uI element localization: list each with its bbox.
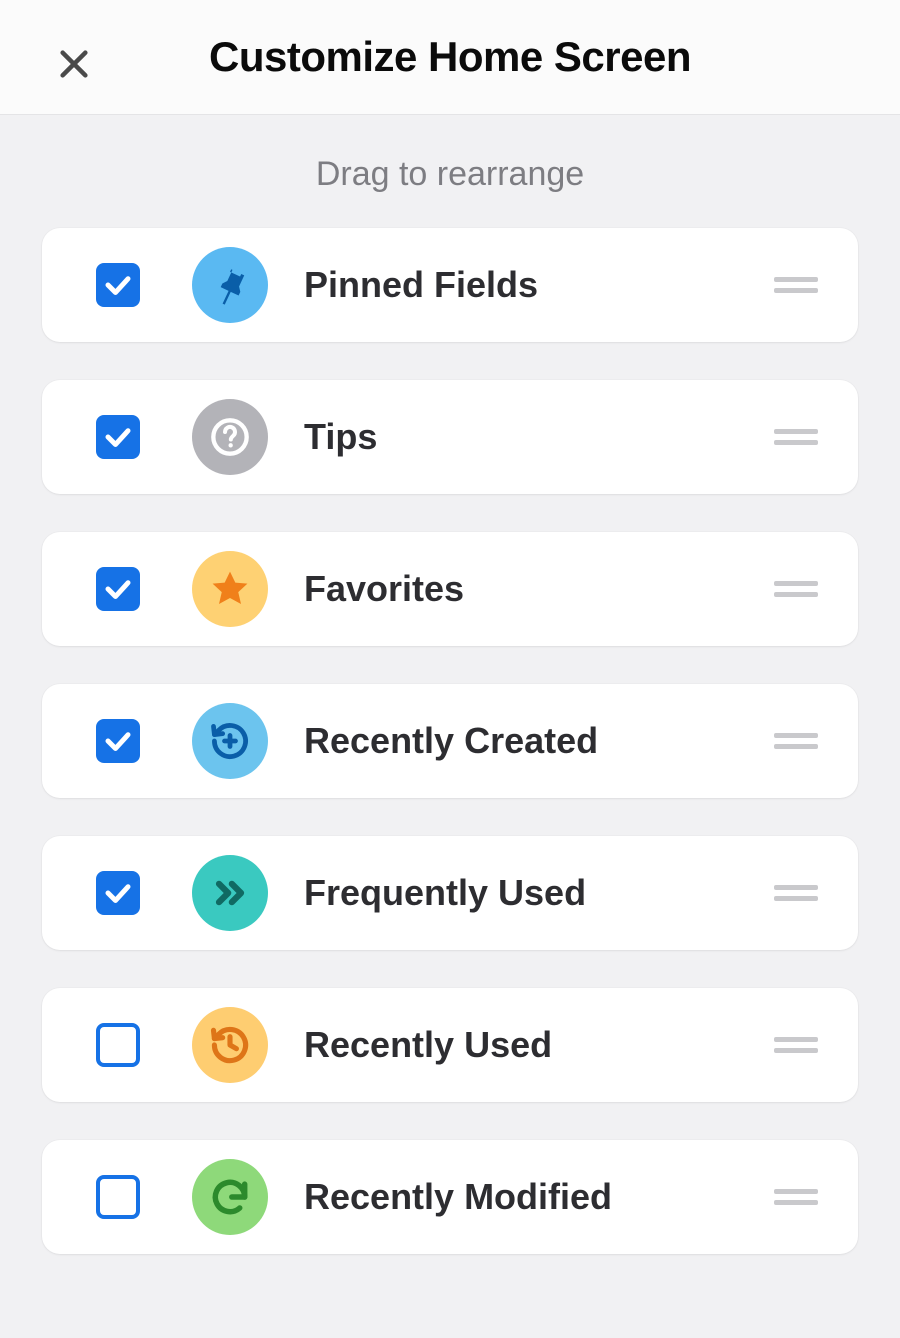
list-item[interactable]: Recently Used	[42, 988, 858, 1102]
list-item[interactable]: Frequently Used	[42, 836, 858, 950]
pin-icon	[192, 247, 268, 323]
item-label: Favorites	[304, 568, 774, 610]
check-icon	[103, 422, 133, 452]
checkbox-recently-modified[interactable]	[96, 1175, 140, 1219]
page-title: Customize Home Screen	[0, 33, 900, 81]
header: Customize Home Screen	[0, 0, 900, 115]
checkbox-frequently-used[interactable]	[96, 871, 140, 915]
list-item[interactable]: Pinned Fields	[42, 228, 858, 342]
drag-handle-icon[interactable]	[774, 579, 818, 599]
checkbox-tips[interactable]	[96, 415, 140, 459]
close-button[interactable]	[50, 40, 98, 88]
checkbox-pinned-fields[interactable]	[96, 263, 140, 307]
item-label: Recently Modified	[304, 1176, 774, 1218]
star-icon	[192, 551, 268, 627]
checkbox-recently-used[interactable]	[96, 1023, 140, 1067]
checkbox-recently-created[interactable]	[96, 719, 140, 763]
list-item[interactable]: Favorites	[42, 532, 858, 646]
close-icon	[57, 47, 91, 81]
item-label: Frequently Used	[304, 872, 774, 914]
check-icon	[103, 726, 133, 756]
drag-hint: Drag to rearrange	[0, 115, 900, 228]
chevrons-icon	[192, 855, 268, 931]
history-plus-icon	[192, 703, 268, 779]
checkbox-favorites[interactable]	[96, 567, 140, 611]
drag-handle-icon[interactable]	[774, 1187, 818, 1207]
section-list: Pinned Fields Tips Favorites Recently Cr…	[0, 228, 900, 1254]
question-icon	[192, 399, 268, 475]
drag-handle-icon[interactable]	[774, 427, 818, 447]
check-icon	[103, 878, 133, 908]
item-label: Recently Used	[304, 1024, 774, 1066]
refresh-icon	[192, 1159, 268, 1235]
check-icon	[103, 574, 133, 604]
list-item[interactable]: Recently Modified	[42, 1140, 858, 1254]
list-item[interactable]: Tips	[42, 380, 858, 494]
drag-handle-icon[interactable]	[774, 275, 818, 295]
item-label: Pinned Fields	[304, 264, 774, 306]
check-icon	[103, 270, 133, 300]
drag-handle-icon[interactable]	[774, 883, 818, 903]
item-label: Tips	[304, 416, 774, 458]
drag-handle-icon[interactable]	[774, 731, 818, 751]
history-icon	[192, 1007, 268, 1083]
list-item[interactable]: Recently Created	[42, 684, 858, 798]
drag-handle-icon[interactable]	[774, 1035, 818, 1055]
item-label: Recently Created	[304, 720, 774, 762]
